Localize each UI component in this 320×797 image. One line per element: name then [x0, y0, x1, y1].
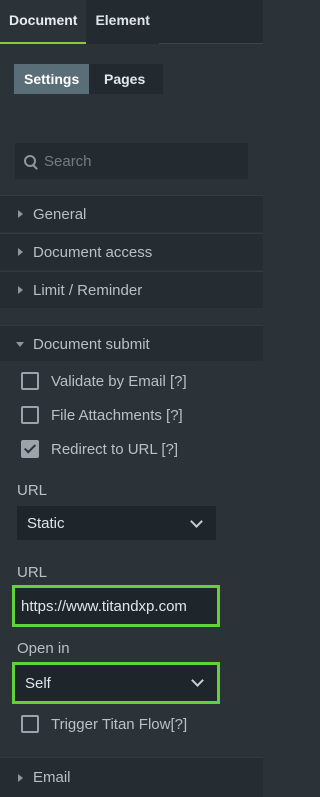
caret-right-icon [18, 286, 23, 294]
open-in-label: Open in [17, 640, 70, 657]
section-document-access[interactable]: Document access [0, 233, 263, 270]
url-input[interactable]: https://www.titandxp.com [12, 585, 220, 627]
section-general[interactable]: General [0, 195, 263, 232]
url-type-select[interactable]: Static [17, 506, 216, 540]
caret-down-icon [16, 341, 24, 347]
search-input[interactable] [42, 151, 236, 171]
caret-right-icon [18, 773, 23, 782]
trigger-titan-flow-row[interactable]: Trigger Titan Flow[?] [21, 715, 187, 733]
chevron-down-icon [191, 674, 204, 687]
trigger-titan-flow-checkbox[interactable] [21, 715, 39, 733]
section-email[interactable]: Email [0, 757, 263, 797]
section-label: General [33, 205, 87, 223]
redirect-to-url-row[interactable]: Redirect to URL [?] [21, 440, 178, 458]
tab-document[interactable]: Document [0, 0, 87, 44]
open-in-value: Self [25, 674, 51, 692]
url-type-label: URL [17, 482, 48, 499]
section-document-submit[interactable]: Document submit [0, 325, 263, 362]
section-label: Email [33, 769, 71, 786]
url-label: URL [17, 564, 48, 581]
open-in-select[interactable]: Self [12, 662, 220, 704]
url-input-value: https://www.titandxp.com [21, 597, 187, 615]
tab-element[interactable]: Element [86, 0, 158, 44]
document-submit-panel: Validate by Email [?] File Attachments [… [0, 361, 263, 754]
trigger-titan-flow-label: Trigger Titan Flow[?] [51, 715, 188, 733]
url-type-value: Static [27, 514, 65, 532]
file-attachments-label: File Attachments [?] [51, 406, 183, 424]
redirect-to-url-checkbox[interactable] [21, 440, 39, 458]
redirect-to-url-label: Redirect to URL [?] [51, 440, 178, 458]
section-label: Document access [33, 243, 153, 261]
top-tabs: Document Element [0, 0, 263, 44]
subtab-pages[interactable]: Pages [89, 64, 163, 94]
chevron-down-icon [190, 515, 203, 528]
search-icon [24, 155, 36, 167]
validate-by-email-label: Validate by Email [?] [51, 372, 187, 390]
validate-by-email-row[interactable]: Validate by Email [?] [21, 372, 187, 390]
file-attachments-checkbox[interactable] [21, 406, 39, 424]
subtab-settings[interactable]: Settings [14, 64, 89, 94]
section-label: Document submit [33, 335, 150, 353]
subtabs: Settings Pages [14, 64, 163, 94]
validate-by-email-checkbox[interactable] [21, 372, 39, 390]
section-label: Limit / Reminder [33, 281, 143, 299]
search-box[interactable] [15, 143, 248, 179]
tabs-filler [158, 0, 263, 44]
caret-right-icon [18, 210, 23, 218]
caret-right-icon [18, 248, 23, 256]
section-limit-reminder[interactable]: Limit / Reminder [0, 271, 263, 308]
file-attachments-row[interactable]: File Attachments [?] [21, 406, 183, 424]
